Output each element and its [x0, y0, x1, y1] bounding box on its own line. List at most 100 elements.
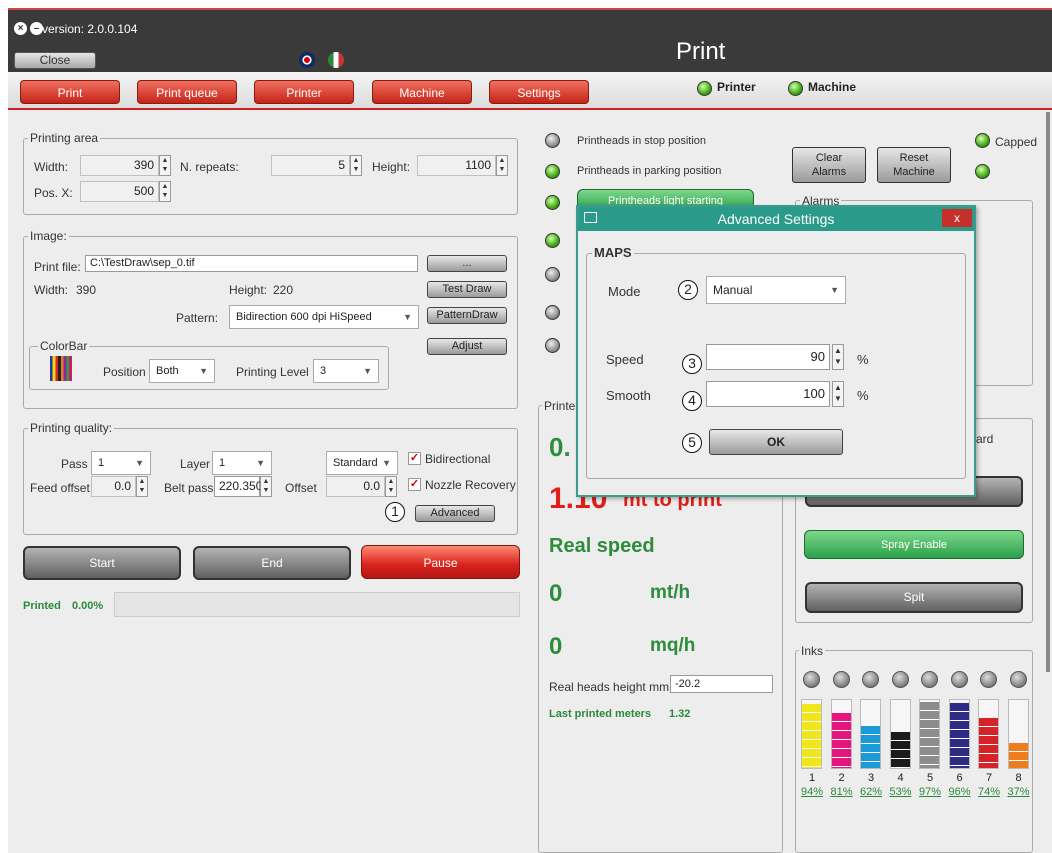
- nozzle-recovery-checkbox[interactable]: ✓: [408, 478, 421, 491]
- quality-mode-select[interactable]: Standard ▼: [326, 451, 398, 475]
- ink-led-6: [950, 671, 968, 688]
- offset-spinner[interactable]: ▲ ▼: [385, 476, 397, 497]
- width-input[interactable]: 390: [80, 155, 159, 176]
- italy-flag-icon[interactable]: [328, 52, 344, 68]
- repeats-input[interactable]: 5: [271, 155, 350, 176]
- reset-machine-button[interactable]: Reset Machine: [877, 147, 951, 183]
- ink-fill-6: [949, 702, 969, 768]
- pause-button[interactable]: Pause: [361, 545, 520, 579]
- machine-status-led: [788, 81, 803, 96]
- level-value: 3: [320, 365, 327, 377]
- adjust-button[interactable]: Adjust: [427, 338, 507, 355]
- uk-flag-icon[interactable]: [299, 52, 315, 68]
- spit-button[interactable]: Spit: [805, 582, 1023, 613]
- layer-select[interactable]: 1 ▼: [212, 451, 272, 475]
- feed-offset-label: Feed offset: [30, 481, 90, 495]
- mode-select[interactable]: Manual ▼: [706, 276, 846, 304]
- status-led-4: [545, 233, 560, 248]
- printed-value: 0.00%: [72, 600, 104, 612]
- feed-offset-spinner[interactable]: ▲ ▼: [136, 476, 148, 497]
- level-select[interactable]: 3 ▼: [313, 359, 379, 383]
- spray-enable-button[interactable]: Spray Enable: [804, 530, 1024, 559]
- print-stats-label: Printe: [542, 399, 578, 413]
- ink-percent-8[interactable]: 37%: [1004, 786, 1034, 798]
- bidirectional-checkbox[interactable]: ✓: [408, 452, 421, 465]
- chevron-down-icon: ▼: [403, 312, 412, 322]
- scrollbar[interactable]: [1046, 112, 1050, 672]
- advanced-button[interactable]: Advanced: [415, 505, 495, 522]
- file-input[interactable]: C:\TestDraw\sep_0.tif: [85, 255, 418, 272]
- quality-label: Printing quality:: [28, 421, 115, 435]
- belt-pass-input[interactable]: 220.350: [214, 476, 262, 497]
- heads-height-input[interactable]: -20.2: [670, 675, 773, 693]
- ink-percent-7[interactable]: 74%: [974, 786, 1004, 798]
- start-button[interactable]: Start: [23, 546, 181, 580]
- feed-offset-input[interactable]: 0.0: [91, 476, 136, 497]
- ink-percent-2[interactable]: 81%: [827, 786, 857, 798]
- tab-print-queue[interactable]: Print queue: [137, 80, 237, 104]
- parking-position-led: [545, 164, 560, 179]
- capped-led: [975, 133, 990, 148]
- speed-spinner[interactable]: ▲ ▼: [832, 344, 844, 370]
- height-input[interactable]: 1100: [417, 155, 496, 176]
- speed-label: Speed: [606, 352, 644, 367]
- smooth-input[interactable]: 100: [706, 381, 830, 407]
- pattern-value: Bidirection 600 dpi HiSpeed: [236, 311, 372, 323]
- tab-machine[interactable]: Machine: [372, 80, 472, 104]
- status-led-right: [975, 164, 990, 179]
- pattern-select[interactable]: Bidirection 600 dpi HiSpeed ▼: [229, 305, 419, 329]
- ink-number-8: 8: [1015, 772, 1022, 784]
- posx-spinner[interactable]: ▲ ▼: [159, 181, 171, 202]
- ink-percent-3[interactable]: 62%: [856, 786, 886, 798]
- status-led-7: [545, 338, 560, 353]
- ink-led-2: [832, 671, 850, 688]
- belt-pass-spinner[interactable]: ▲ ▼: [260, 476, 272, 497]
- speed-input[interactable]: 90: [706, 344, 830, 370]
- test-draw-button[interactable]: Test Draw: [427, 281, 507, 298]
- print-progress-bar: [114, 592, 520, 617]
- quality-mode-value: Standard: [333, 457, 378, 469]
- close-icon[interactable]: ×: [14, 22, 27, 35]
- browse-button[interactable]: ...: [427, 255, 507, 272]
- ink-percent-1[interactable]: 94%: [797, 786, 827, 798]
- clear-alarms-button[interactable]: Clear Alarms: [792, 147, 866, 183]
- tab-settings[interactable]: Settings: [489, 80, 589, 104]
- posx-input[interactable]: 500: [80, 181, 159, 202]
- title-bar: × – version: 2.0.0.104 Close Print: [8, 8, 1052, 72]
- dialog-close-button[interactable]: x: [942, 209, 972, 227]
- position-select[interactable]: Both ▼: [149, 359, 215, 383]
- colorbar-icon: [50, 356, 72, 381]
- ink-level-bar-7: [978, 699, 999, 769]
- pass-select[interactable]: 1 ▼: [91, 451, 151, 475]
- ink-level-bar-8: [1007, 699, 1029, 769]
- end-button[interactable]: End: [193, 546, 351, 580]
- close-button[interactable]: Close: [14, 52, 96, 69]
- offset-label: Offset: [285, 481, 317, 495]
- ink-percent-4[interactable]: 53%: [886, 786, 916, 798]
- image-label: Image:: [28, 229, 69, 243]
- chevron-down-icon: ▼: [135, 458, 144, 468]
- last-printed-value: 1.32: [669, 708, 691, 720]
- height-spinner[interactable]: ▲ ▼: [496, 155, 508, 176]
- ink-percent-6[interactable]: 96%: [945, 786, 975, 798]
- ink-led-3: [862, 671, 879, 688]
- ink-level-bar-3: [860, 699, 881, 769]
- mqh-value: 0: [549, 633, 563, 660]
- tab-print[interactable]: Print: [20, 80, 120, 104]
- partial-label: ard: [976, 432, 994, 446]
- repeats-spinner[interactable]: ▲ ▼: [350, 155, 362, 176]
- level-label: Printing Level: [236, 365, 309, 379]
- mode-label: Mode: [608, 284, 641, 299]
- smooth-label: Smooth: [606, 388, 651, 403]
- belt-pass-label: Belt pass: [164, 481, 214, 495]
- ok-button[interactable]: OK: [709, 429, 843, 455]
- offset-input[interactable]: 0.0: [326, 476, 385, 497]
- pattern-draw-button[interactable]: PatternDraw: [427, 307, 507, 324]
- printing-area-group: [23, 138, 518, 215]
- bidirectional-label: Bidirectional: [425, 452, 491, 466]
- tab-printer[interactable]: Printer: [254, 80, 354, 104]
- mth-label: mt/h: [650, 582, 691, 603]
- smooth-spinner[interactable]: ▲ ▼: [832, 381, 844, 407]
- width-spinner[interactable]: ▲ ▼: [159, 155, 171, 176]
- ink-percent-5[interactable]: 97%: [915, 786, 945, 798]
